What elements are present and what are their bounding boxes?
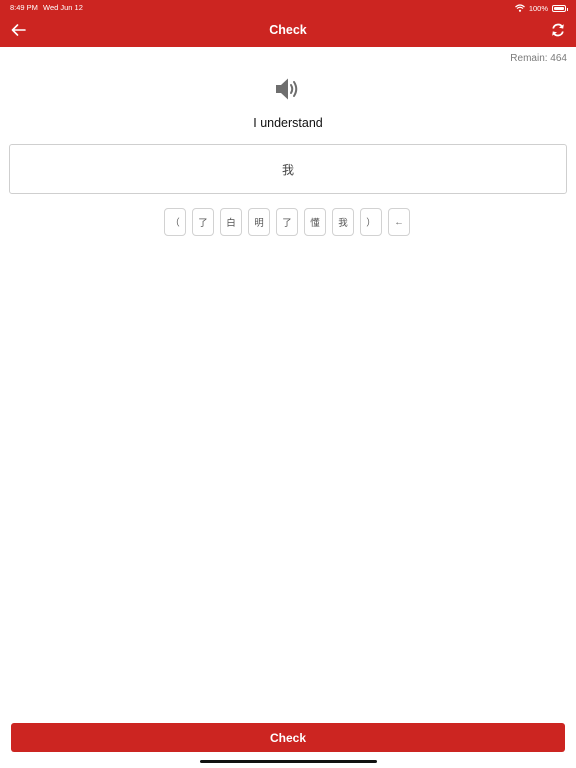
key-close-paren[interactable]: ）: [360, 208, 382, 236]
backspace-key[interactable]: ←: [388, 208, 410, 236]
status-bar: 8:49 PM Wed Jun 12 100%: [0, 2, 576, 14]
key-ming[interactable]: 明: [248, 208, 270, 236]
status-time: 8:49 PM: [10, 3, 38, 12]
speaker-icon[interactable]: [274, 75, 302, 103]
battery-percent: 100%: [528, 3, 548, 13]
key-open-paren[interactable]: （: [164, 208, 186, 236]
answer-field[interactable]: 我: [9, 144, 567, 194]
top-bar: 8:49 PM Wed Jun 12 100% Check: [0, 0, 576, 47]
remain-counter: Remain: 464: [510, 53, 567, 64]
prompt-text: I understand: [253, 116, 323, 130]
refresh-icon: [552, 23, 564, 37]
answer-text: 我: [281, 162, 294, 177]
status-right: 100%: [514, 2, 568, 14]
key-le[interactable]: 了: [192, 208, 214, 236]
wifi-icon: [514, 4, 525, 12]
key-wo[interactable]: 我: [332, 208, 354, 236]
character-keys: （ 了 白 明 了 懂 我 ） ←: [164, 208, 410, 236]
key-le-2[interactable]: 了: [276, 208, 298, 236]
key-dong[interactable]: 懂: [304, 208, 326, 236]
check-button[interactable]: Check: [11, 723, 565, 752]
battery-icon: [552, 4, 568, 12]
home-indicator: [200, 760, 377, 763]
page-title: Check: [269, 23, 307, 37]
key-bai[interactable]: 白: [220, 208, 242, 236]
status-date: Wed Jun 12: [43, 3, 83, 12]
refresh-button[interactable]: [548, 20, 568, 40]
